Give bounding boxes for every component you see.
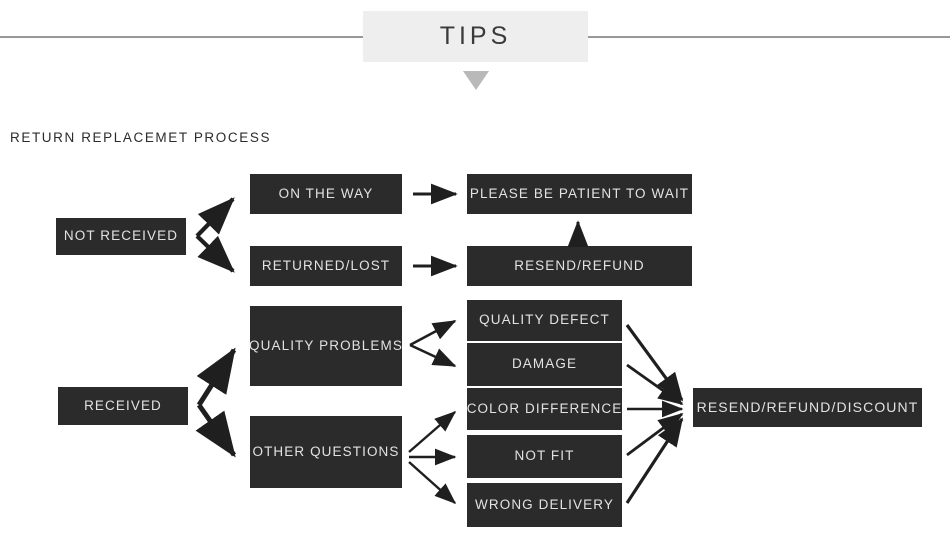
node-returned-lost[interactable]: RETURNED/LOST [250,246,402,286]
node-wrong-delivery[interactable]: WRONG DELIVERY [467,483,622,527]
triangle-down-icon [463,71,489,90]
node-on-the-way[interactable]: ON THE WAY [250,174,402,214]
node-received[interactable]: RECEIVED [58,387,188,425]
node-color-difference[interactable]: COLOR DIFFERENCE [467,388,622,430]
node-quality-problems[interactable]: QUALITY PROBLEMS [249,306,402,386]
tips-flowchart-page: TIPS RETURN REPLACEMET PROCESS NOT RECEI… [0,0,950,540]
tips-banner-label: TIPS [439,22,512,50]
node-resend-refund[interactable]: RESEND/REFUND [467,246,692,286]
node-not-fit[interactable]: NOT FIT [467,435,622,478]
node-please-be-patient-to-wait[interactable]: PLEASE BE PATIENT TO WAIT [467,174,692,214]
page-title: RETURN REPLACEMET PROCESS [10,130,272,145]
node-quality-defect[interactable]: QUALITY DEFECT [467,300,622,341]
node-other-questions[interactable]: OTHER QUESTIONS [250,416,402,488]
node-resend-refund-discount[interactable]: RESEND/REFUND/DISCOUNT [693,388,922,427]
node-not-received[interactable]: NOT RECEIVED [56,218,186,255]
tips-banner: TIPS [363,11,588,62]
node-damage[interactable]: DAMAGE [467,343,622,386]
